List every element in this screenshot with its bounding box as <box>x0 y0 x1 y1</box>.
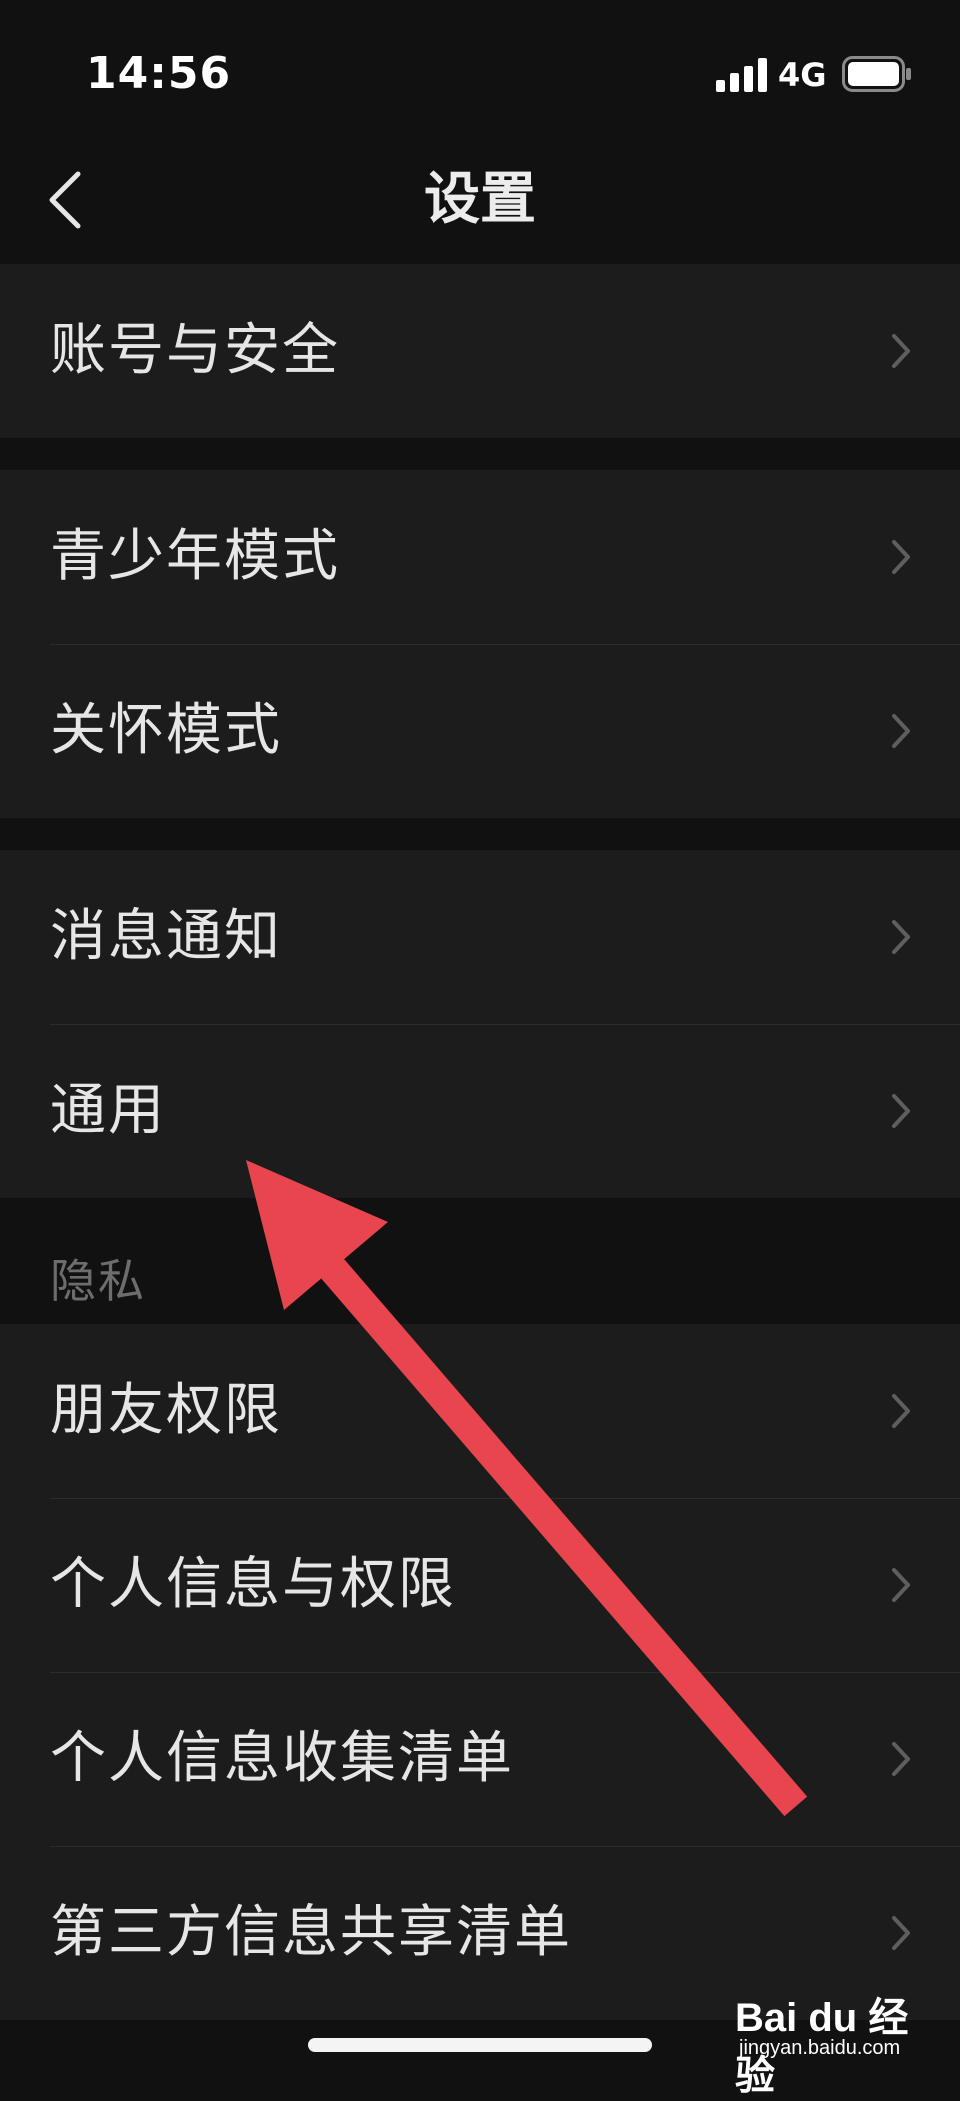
page-title: 设置 <box>424 167 536 232</box>
chevron-left-icon[interactable] <box>40 160 96 240</box>
settings-row-care-mode[interactable]: 关怀模式 <box>0 644 960 818</box>
settings-row-teen-mode[interactable]: 青少年模式 <box>0 470 960 644</box>
row-label: 账号与安全 <box>50 318 340 383</box>
chevron-right-icon <box>892 920 910 954</box>
section-header-privacy: 隐私 <box>50 1254 146 1308</box>
chevron-right-icon <box>892 1094 910 1128</box>
chevron-right-icon <box>892 1568 910 1602</box>
chevron-right-icon <box>892 1742 910 1776</box>
status-bar: 14:56 4G <box>0 0 960 150</box>
settings-row-notifications[interactable]: 消息通知 <box>0 850 960 1024</box>
settings-row-general[interactable]: 通用 <box>0 1024 960 1198</box>
settings-row-personal-info-permissions[interactable]: 个人信息与权限 <box>0 1498 960 1672</box>
row-label: 关怀模式 <box>50 698 282 763</box>
network-label: 4G <box>778 56 827 94</box>
chevron-right-icon <box>892 714 910 748</box>
chevron-right-icon <box>892 334 910 368</box>
settings-group-modes: 青少年模式 关怀模式 <box>0 470 960 818</box>
settings-row-personal-info-collection[interactable]: 个人信息收集清单 <box>0 1672 960 1846</box>
settings-row-account-security[interactable]: 账号与安全 <box>0 264 960 438</box>
chevron-right-icon <box>892 1916 910 1950</box>
row-label: 青少年模式 <box>50 524 340 589</box>
watermark: Bai du 经验 jingyan.baidu.com <box>735 1985 925 2098</box>
settings-group-general: 消息通知 通用 <box>0 850 960 1198</box>
nav-bar: 设置 <box>0 150 960 262</box>
status-time: 14:56 <box>86 48 232 99</box>
row-label: 个人信息与权限 <box>50 1552 456 1617</box>
home-indicator[interactable] <box>308 2038 652 2052</box>
row-label: 个人信息收集清单 <box>50 1726 514 1791</box>
row-label: 第三方信息共享清单 <box>50 1900 572 1965</box>
chevron-right-icon <box>892 1394 910 1428</box>
row-label: 通用 <box>50 1078 166 1143</box>
watermark-url: jingyan.baidu.com <box>739 2037 901 2059</box>
settings-group-privacy: 朋友权限 个人信息与权限 个人信息收集清单 第三方信息共享清单 <box>0 1324 960 2020</box>
chevron-right-icon <box>892 540 910 574</box>
row-label: 消息通知 <box>50 904 282 969</box>
battery-icon <box>842 56 911 92</box>
row-label: 朋友权限 <box>50 1378 282 1443</box>
settings-row-friend-permissions[interactable]: 朋友权限 <box>0 1324 960 1498</box>
settings-group-account: 账号与安全 <box>0 264 960 438</box>
signal-icon <box>716 58 767 92</box>
